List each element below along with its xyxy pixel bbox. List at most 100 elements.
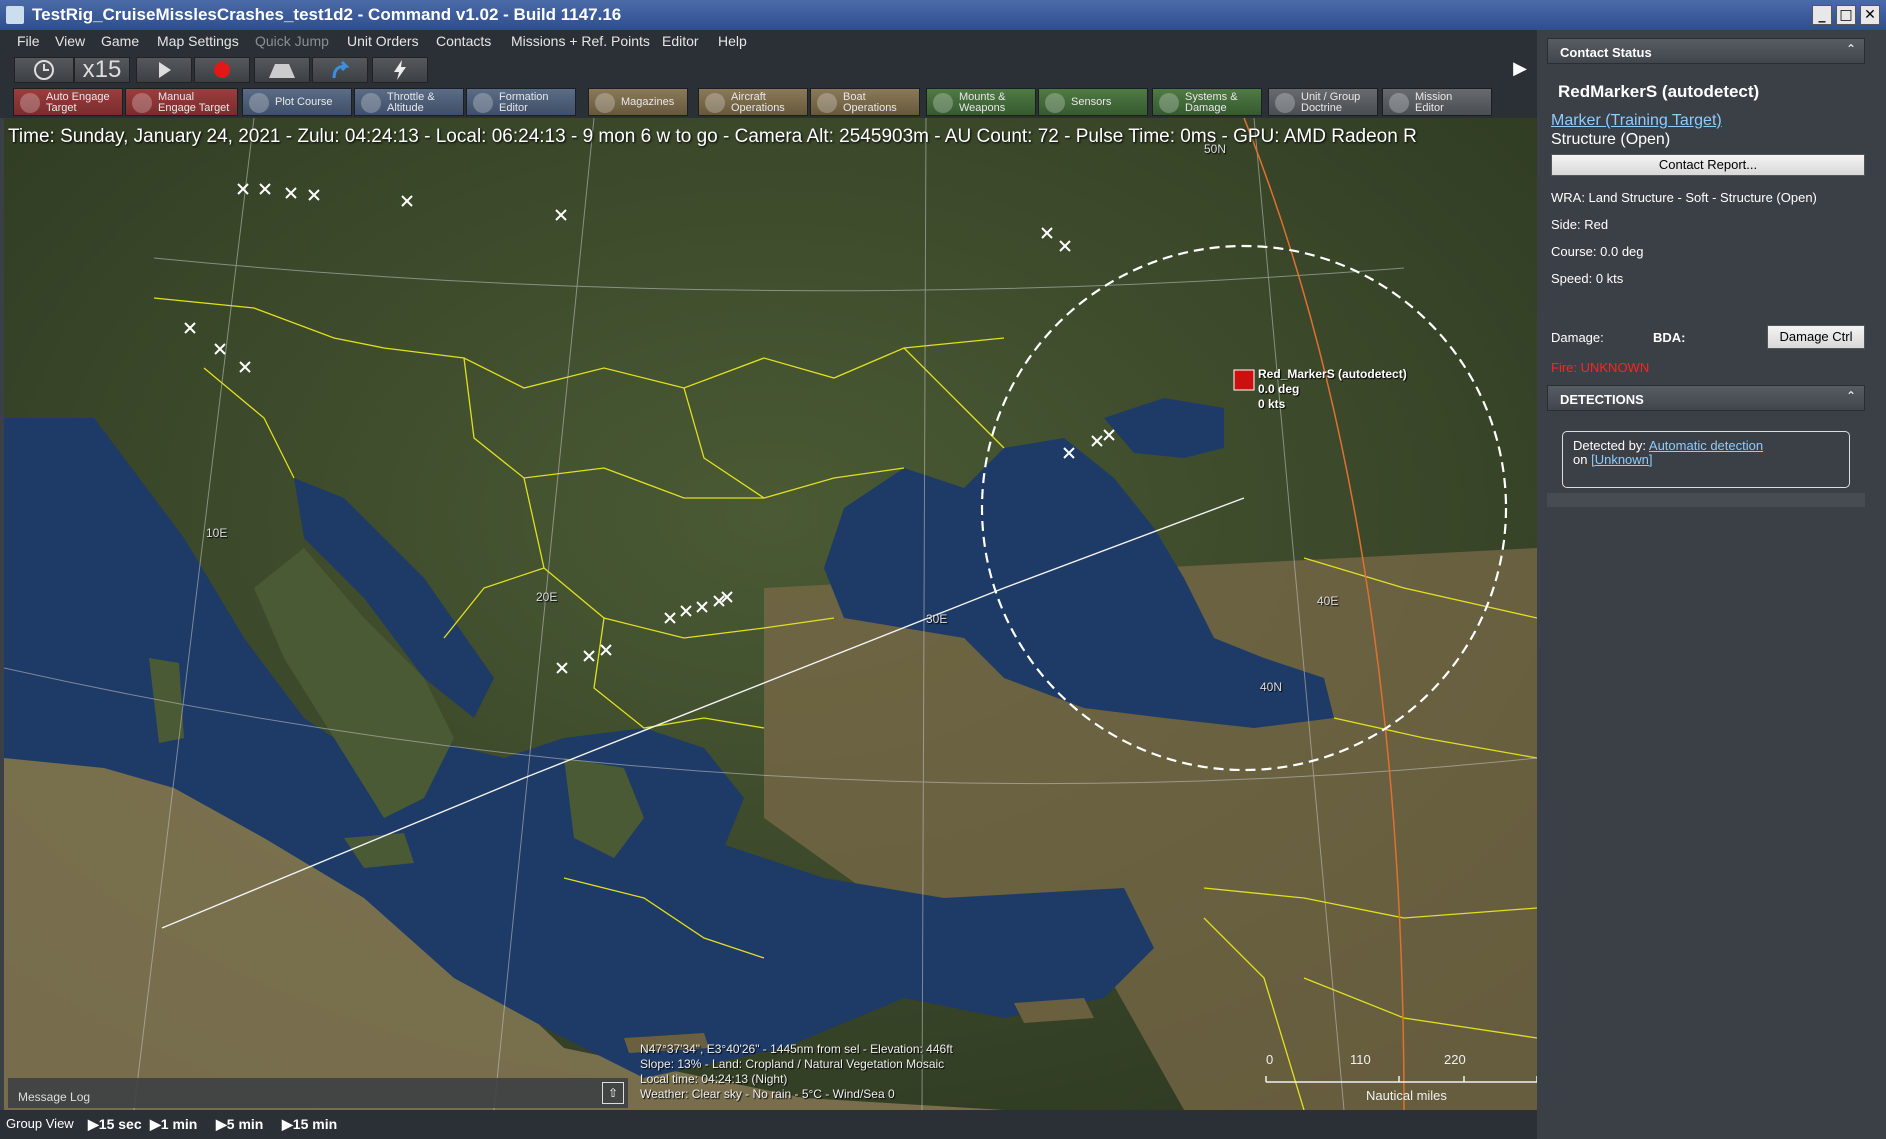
weapons-icon [933,93,953,113]
expand-log-button[interactable]: ⇧ [602,1082,624,1104]
lightning-button[interactable] [372,57,428,83]
red-marker-unit[interactable] [1233,369,1255,391]
panel-footer [1547,493,1865,507]
time-compression[interactable]: x15 [74,57,130,83]
step-1-min[interactable]: ▶1 min [150,1116,197,1133]
message-log-label: Message Log [18,1090,91,1104]
scale-tick-220: 220 [1444,1052,1466,1067]
contact-status-header[interactable]: Contact Status ⌃ [1547,38,1865,64]
menu-contacts[interactable]: Contacts [436,33,491,49]
menu-help[interactable]: Help [718,33,747,49]
auto-engage-button[interactable]: Auto Engage Target [13,88,123,116]
collapse-chevron-icon[interactable]: ⌃ [1846,42,1856,56]
jump-button[interactable] [312,57,368,83]
detection-platform-link[interactable]: [Unknown] [1591,452,1652,467]
contact-name: RedMarkerS (autodetect) [1558,82,1760,101]
menu-bar: File View Game Map Settings Quick Jump U… [0,30,1537,54]
close-button[interactable]: ✕ [1860,5,1880,25]
scale-tick-0: 0 [1266,1052,1274,1067]
play-icon [159,62,171,78]
contact-status-panel: Contact Status ⌃ RedMarkerS (autodetect)… [1537,30,1886,1139]
detection-source-link[interactable]: Automatic detection [1649,438,1763,453]
gear-icon [1159,93,1179,113]
mission-icon [1389,93,1409,113]
detected-by-line: Detected by: Automatic detection [1573,438,1764,453]
cursor-coords: N47°37'34", E3°40'26" - 1445nm from sel … [640,1042,953,1056]
contact-side: Side: Red [1551,217,1609,232]
collapse-chevron-icon[interactable]: ⌃ [1846,389,1856,403]
throttle-icon [361,93,381,113]
mission-editor-button[interactable]: Mission Editor [1382,88,1492,116]
contact-wra: WRA: Land Structure - Soft - Structure (… [1551,190,1817,205]
app-icon [6,6,24,24]
menu-missions[interactable]: Missions + Ref. Points [511,33,650,49]
manual-engage-button[interactable]: Manual Engage Target [125,88,238,116]
sensors-button[interactable]: Sensors [1038,88,1148,116]
maximize-button[interactable]: □ [1836,5,1856,25]
hud-status-line: Time: Sunday, January 24, 2021 - Zulu: 0… [8,126,1417,147]
plot-course-button[interactable]: Plot Course [242,88,352,116]
aircraft-operations-button[interactable]: Aircraft Operations [698,88,808,116]
damage-label: Damage: [1551,330,1604,345]
message-log[interactable]: Message Log ⇧ [8,1078,628,1108]
collapse-panel-button[interactable]: ▶ [1507,56,1533,82]
step-5-min[interactable]: ▶5 min [216,1116,263,1133]
crosshair-icon [20,93,40,113]
unit-speed: 0 kts [1258,397,1286,411]
record-icon [214,62,230,78]
group-view-label[interactable]: Group View [6,1116,74,1131]
magazines-button[interactable]: Magazines [588,88,688,116]
menu-unit-orders[interactable]: Unit Orders [347,33,419,49]
bda-label: BDA: [1653,330,1686,345]
step-15-min[interactable]: ▶15 min [282,1116,337,1133]
radar-icon [1045,93,1065,113]
menu-game[interactable]: Game [101,33,139,49]
grid-label-30e: 30E [926,612,948,626]
step-15-sec[interactable]: ▶15 sec [88,1116,142,1133]
boat-operations-button[interactable]: Boat Operations [810,88,920,116]
cursor-terrain: Slope: 13% - Land: Cropland / Natural Ve… [640,1057,945,1071]
grid-label-20e: 20E [536,590,558,604]
aircraft-icon [705,93,725,113]
formation-editor-button[interactable]: Formation Editor [466,88,576,116]
mounts-weapons-button[interactable]: Mounts & Weapons [926,88,1036,116]
unit-course: 0.0 deg [1258,382,1300,396]
cursor-info: N47°37'34", E3°40'26" - 1445nm from sel … [640,1042,953,1102]
course-icon [249,93,269,113]
crosshair-icon [132,93,152,113]
play-button[interactable] [136,57,192,83]
contact-report-button[interactable]: Contact Report... [1551,154,1865,176]
record-button[interactable] [194,57,250,83]
contact-course: Course: 0.0 deg [1551,244,1644,259]
clock-button[interactable] [14,57,74,83]
map-view[interactable]: 10E 20E 30E 40E 40N 50N Red_MarkerS (aut… [4,118,1537,1110]
time-control-bar: x15 [0,54,1537,86]
systems-damage-button[interactable]: Systems & Damage [1152,88,1262,116]
formation-icon [473,93,493,113]
clock-icon [34,60,54,80]
lightning-icon [394,60,406,80]
detections-header[interactable]: DETECTIONS ⌃ [1547,385,1865,411]
grid-label-10e: 10E [206,526,228,540]
contact-type-link[interactable]: Marker (Training Target) [1551,112,1722,130]
menu-editor[interactable]: Editor [662,33,699,49]
fire-status: Fire: UNKNOWN [1551,360,1650,375]
unit-label[interactable]: Red_MarkerS (autodetect) 0.0 deg 0 kts [1258,367,1407,412]
unit-name: Red_MarkerS (autodetect) [1258,367,1407,381]
minimize-button[interactable]: _ [1812,5,1832,25]
menu-quick-jump[interactable]: Quick Jump [255,33,329,49]
throttle-altitude-button[interactable]: Throttle & Altitude [354,88,464,116]
menu-map-settings[interactable]: Map Settings [157,33,239,49]
cursor-localtime: Local time: 04:24:13 (Night) [640,1072,788,1086]
bridge-button[interactable] [254,57,310,83]
menu-view[interactable]: View [55,33,85,49]
contact-speed: Speed: 0 kts [1551,271,1624,286]
document-icon [1275,93,1295,113]
doctrine-button[interactable]: Unit / Group Doctrine [1268,88,1378,116]
menu-file[interactable]: File [17,33,40,49]
arrow-icon [332,60,350,79]
detected-on-line: on [Unknown] [1573,452,1653,467]
damage-ctrl-button[interactable]: Damage Ctrl [1767,325,1865,349]
detection-box: Detected by: Automatic detection on [Unk… [1562,431,1850,488]
magazine-icon [595,93,615,113]
